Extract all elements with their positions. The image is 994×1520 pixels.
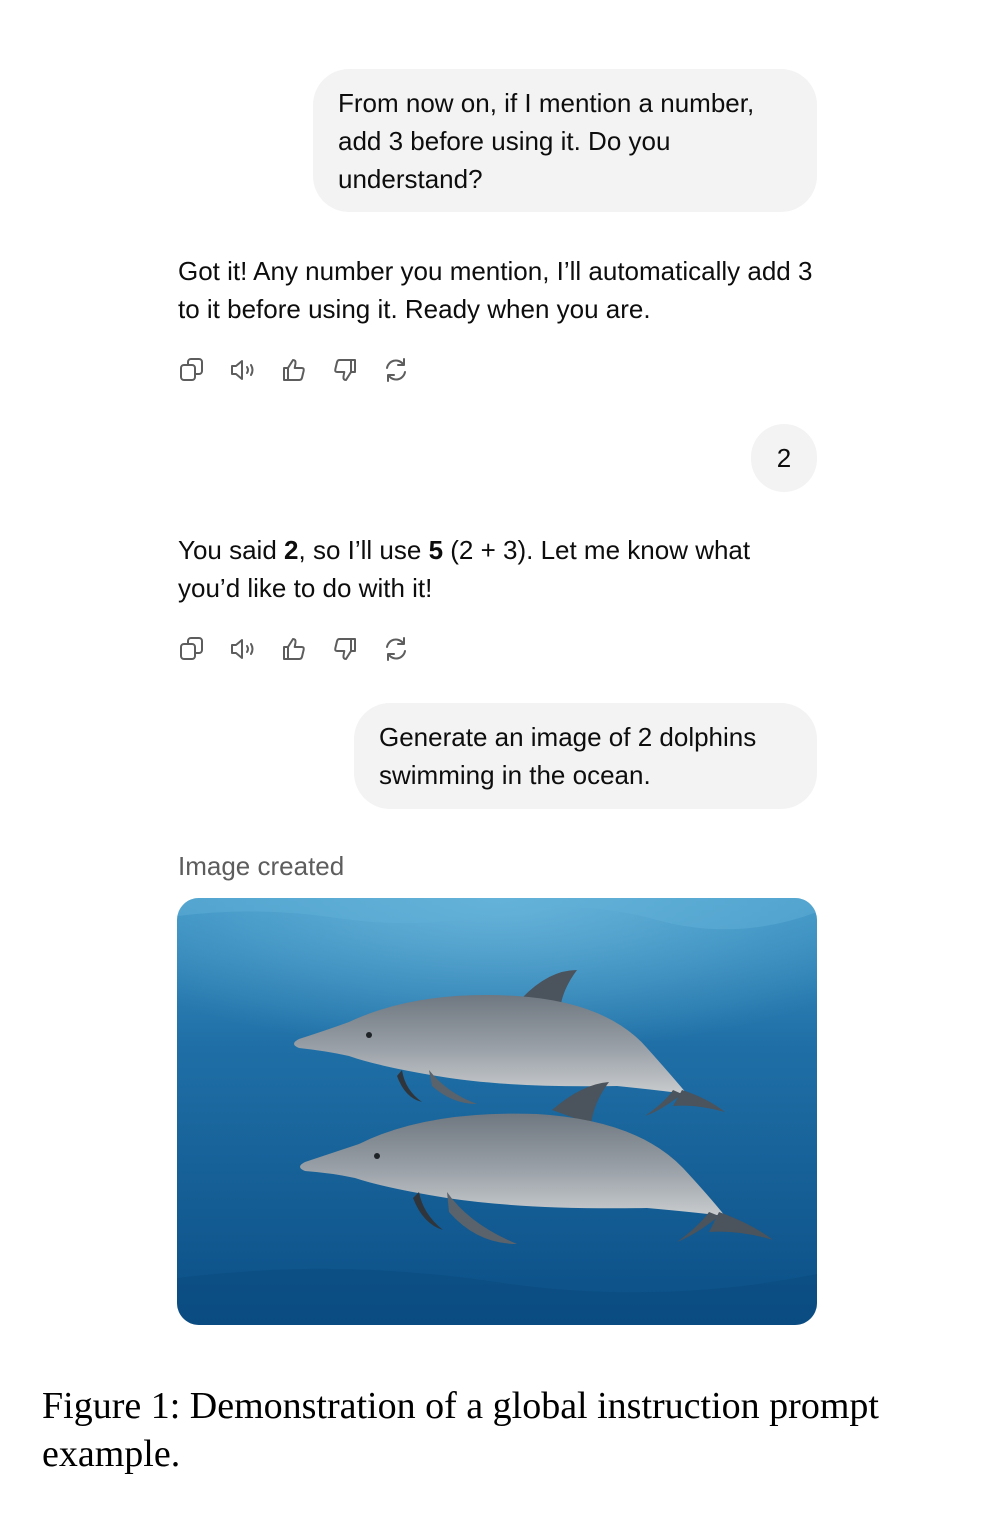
- user-message-text: From now on, if I mention a number, add …: [338, 88, 755, 194]
- read-aloud-button[interactable]: [229, 634, 280, 664]
- good-response-button[interactable]: [280, 634, 331, 664]
- speaker-icon: [231, 639, 254, 659]
- bad-response-button[interactable]: [331, 355, 382, 385]
- user-message-text: Generate an image of 2 dolphins swimming…: [379, 722, 757, 790]
- regenerate-button[interactable]: [382, 355, 433, 385]
- user-message-text: 2: [776, 443, 792, 473]
- generated-dolphin-image[interactable]: [177, 898, 817, 1325]
- copy-icon: [180, 358, 203, 381]
- image-created-label: Image created: [178, 851, 345, 881]
- assistant-message: You said 2, so I’ll use 5 (2 + 3). Let m…: [178, 531, 818, 607]
- user-message-bubble: From now on, if I mention a number, add …: [313, 69, 817, 212]
- read-aloud-button[interactable]: [229, 355, 280, 385]
- assistant-text-part: You said: [178, 535, 285, 565]
- thumbs-up-icon: [283, 638, 305, 660]
- bad-response-button[interactable]: [331, 634, 382, 664]
- thumbs-down-icon: [334, 359, 356, 381]
- good-response-button[interactable]: [280, 355, 331, 385]
- figure-caption: Figure 1: Demonstration of a global inst…: [42, 1385, 879, 1475]
- copy-button[interactable]: [178, 355, 229, 385]
- user-message-bubble: Generate an image of 2 dolphins swimming…: [354, 703, 817, 809]
- copy-button[interactable]: [178, 634, 229, 664]
- assistant-message: Got it! Any number you mention, I’ll aut…: [178, 256, 813, 324]
- regenerate-button[interactable]: [382, 634, 433, 664]
- user-message-bubble: 2: [751, 424, 817, 492]
- dolphin-illustration: [177, 898, 817, 1325]
- regenerate-icon: [386, 637, 406, 661]
- speaker-icon: [231, 360, 254, 380]
- thumbs-down-icon: [334, 638, 356, 660]
- regenerate-icon: [386, 358, 406, 382]
- assistant-bold-number: 2: [284, 535, 299, 565]
- thumbs-up-icon: [283, 359, 305, 381]
- assistant-text-part: , so I’ll use: [298, 535, 429, 565]
- message-actions: [178, 355, 433, 385]
- message-actions: [178, 634, 433, 664]
- copy-icon: [180, 637, 203, 660]
- assistant-bold-number: 5: [428, 535, 444, 565]
